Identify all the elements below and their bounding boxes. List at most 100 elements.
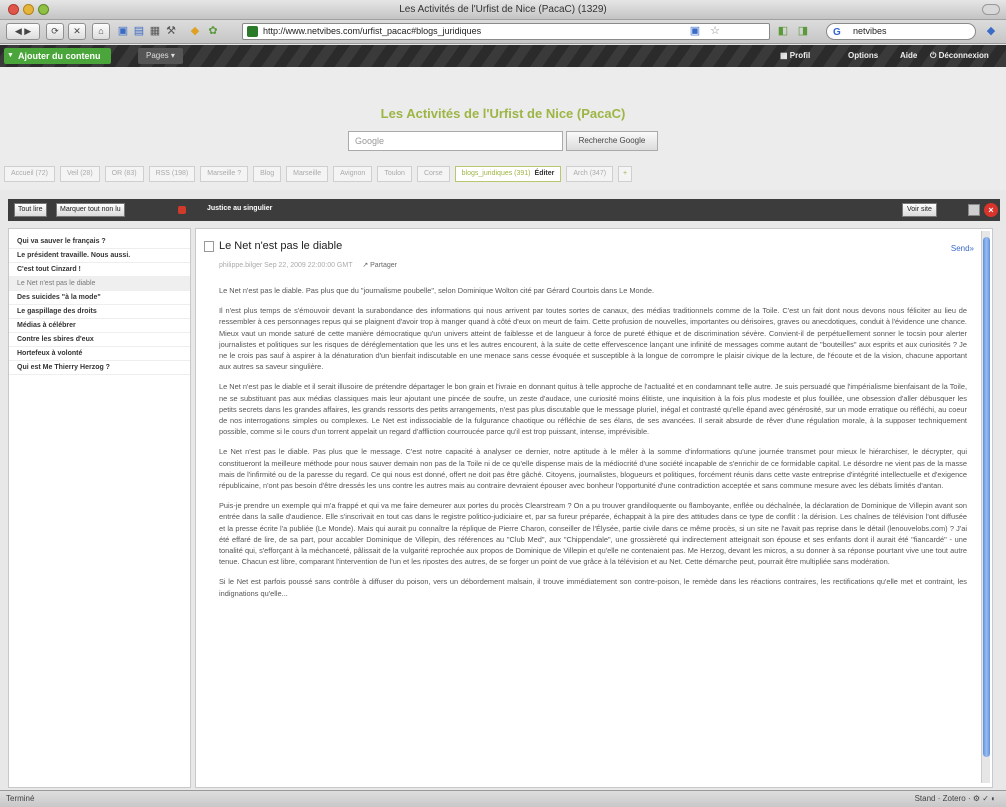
toolbar-toggle-icon[interactable] [982, 4, 1000, 15]
view-site-button[interactable]: Voir site [902, 203, 937, 217]
list-item[interactable]: Hortefeux à volonté [9, 347, 190, 361]
scroll-thumb[interactable] [983, 237, 990, 757]
tab-6[interactable]: Marseille [286, 166, 329, 182]
list-item-label: Le président travaille. Nous aussi. [17, 252, 131, 259]
list-item[interactable]: Qui va sauver le français ? [9, 235, 190, 249]
search-value: netvibes [853, 26, 887, 36]
delete-icon[interactable] [178, 206, 186, 214]
layout-icon[interactable] [968, 204, 980, 216]
back-forward-button[interactable]: ◀ ▶ [6, 23, 40, 40]
url-text: http://www.netvibes.com/urfist_pacac#blo… [263, 26, 482, 36]
tab-1[interactable]: Veil (28) [59, 166, 100, 182]
tab-8[interactable]: Toulon [377, 166, 412, 182]
feed-reader-toolbar: Tout lire Marquer tout non lu Justice au… [8, 199, 1000, 221]
article-paragraph: Le Net n'est pas le diable. Pas plus que… [219, 447, 967, 491]
home-button[interactable]: ⌂ [92, 23, 110, 40]
netvibes-topbar: Ajouter du contenu Pages ▾ ▦ Profil Opti… [0, 45, 1006, 67]
list-item-label: Contre les sbires d'eux [17, 336, 94, 343]
page-title: Les Activités de l'Urfist de Nice (PacaC… [380, 106, 626, 121]
status-addons[interactable]: Stand · Zotero · ⚙ ✓ ◐ [915, 794, 996, 803]
list-item-label: Médias à célébrer [17, 322, 76, 329]
tab-2[interactable]: OR (83) [104, 166, 144, 182]
share-link[interactable]: ↗ Partager [362, 262, 397, 269]
tab-7[interactable]: Avignon [333, 166, 373, 182]
google-search-input[interactable]: Google [348, 131, 563, 151]
pages-menu[interactable]: Pages ▾ [138, 48, 183, 64]
feed-icon[interactable]: ▣ [688, 24, 702, 38]
tab-4[interactable]: Marseille ? [200, 166, 249, 182]
tab-3[interactable]: RSS (198) [148, 166, 196, 182]
list-item[interactable]: Le président travaille. Nous aussi. [9, 249, 190, 263]
profile-icon: ▦ [780, 51, 790, 60]
article-title[interactable]: Le Net n'est pas le diable [219, 240, 342, 252]
article-list: Qui va sauver le français ? Le président … [8, 228, 191, 788]
tab-label: Blog [260, 170, 275, 177]
list-item[interactable]: Le gaspillage des droits [9, 305, 190, 319]
article-pane: Le Net n'est pas le diable Send» philipp… [195, 228, 993, 788]
tab-10[interactable]: blogs_juridiques (391) Éditer [454, 166, 562, 182]
mark-all-unread-button[interactable]: Marquer tout non lu [56, 203, 125, 217]
addon-menu-icon[interactable]: ◨ [796, 24, 810, 38]
article-scrollbar[interactable] [981, 231, 990, 783]
tab-bar: Accueil (72) Veil (28) OR (83) RSS (198) Mar… [4, 166, 633, 182]
tab-label: Avignon [340, 170, 366, 177]
list-item[interactable]: Qui est Me Thierry Herzog ? [9, 361, 190, 375]
page-header: Les Activités de l'Urfist de Nice (PacaC… [0, 67, 1006, 190]
tab-label: RSS (198) [155, 170, 189, 177]
tab-5[interactable]: Blog [253, 166, 282, 182]
tab-edit-link[interactable]: Éditer [535, 170, 555, 177]
tab-label: Veil (28) [66, 170, 93, 177]
delicious-icon[interactable]: ◆ [188, 24, 202, 38]
search-engine-icon[interactable]: G [833, 25, 841, 40]
reload-button[interactable]: ⟳ [46, 23, 64, 40]
list-item[interactable]: Contre les sbires d'eux [9, 333, 190, 347]
send-link[interactable]: Send» [951, 244, 974, 253]
list-item-label: Qui est Me Thierry Herzog ? [17, 364, 110, 371]
list-item[interactable]: Médias à célébrer [9, 319, 190, 333]
search-input[interactable]: G netvibes [826, 23, 976, 40]
help-link[interactable]: Aide [900, 49, 917, 63]
stop-button[interactable]: ✕ [68, 23, 86, 40]
list-item[interactable]: Le Net n'est pas le diable [9, 277, 190, 291]
logout-link[interactable]: ⏻ Déconnexion [930, 49, 989, 63]
tools-icon[interactable]: ⚒ [164, 24, 178, 38]
site-favicon-icon [247, 26, 258, 37]
add-tab-button[interactable]: + [618, 166, 633, 182]
tab-label: Arch (347) [573, 170, 607, 177]
bookmark-icon[interactable]: ▣ [116, 24, 130, 38]
greasemonkey-icon[interactable]: ✿ [206, 24, 220, 38]
list-item[interactable]: C'est tout Cinzard ! [9, 263, 190, 277]
article-paragraph: Si le Net est parfois poussé sans contrô… [219, 577, 967, 598]
window-titlebar: Les Activités de l'Urfist de Nice (PacaC… [0, 0, 1006, 20]
article-paragraph: Puis-je prendre un exemple qui m'a frapp… [219, 501, 967, 567]
close-reader-icon[interactable]: × [984, 203, 998, 217]
profile-label: Profil [789, 51, 811, 60]
list-item-label: Hortefeux à volonté [17, 350, 83, 357]
read-all-button[interactable]: Tout lire [14, 203, 47, 217]
article-paragraph: Il n'est plus temps de s'émouvoir devant… [219, 306, 967, 372]
star-icon[interactable]: ☆ [708, 24, 722, 38]
tab-label: Accueil (72) [11, 170, 48, 177]
tab-label: Toulon [384, 170, 405, 177]
tab-0[interactable]: Accueil (72) [4, 166, 55, 182]
tab-label: OR (83) [111, 170, 137, 177]
tab-9[interactable]: Corse [416, 166, 450, 182]
options-link[interactable]: Options [848, 49, 878, 63]
tab-label: Marseille ? [207, 170, 242, 177]
article-select-checkbox[interactable] [204, 241, 214, 252]
print-icon[interactable]: ▦ [148, 24, 162, 38]
article-paragraph: Le Net n'est pas le diable. Pas plus que… [219, 286, 655, 295]
addon-icon[interactable]: ◧ [776, 24, 790, 38]
extension-icon[interactable]: ◆ [984, 24, 998, 38]
article-meta: philippe.bilger Sep 22, 2009 22:00:00 GM… [219, 261, 397, 269]
add-content-button[interactable]: Ajouter du contenu [4, 48, 111, 64]
list-item[interactable]: Des suicides "à la mode" [9, 291, 190, 305]
feed-title: Justice au singulier [207, 205, 273, 212]
history-icon[interactable]: ▤ [132, 24, 146, 38]
google-search-button[interactable]: Recherche Google [566, 131, 658, 151]
tab-11[interactable]: Arch (347) [566, 166, 614, 182]
window-title: Les Activités de l'Urfist de Nice (PacaC… [399, 4, 607, 15]
status-bar: Terminé Stand · Zotero · ⚙ ✓ ◐ [0, 790, 1006, 807]
profile-link[interactable]: ▦ Profil [780, 49, 810, 63]
article-author-date: philippe.bilger Sep 22, 2009 22:00:00 GM… [219, 262, 353, 269]
